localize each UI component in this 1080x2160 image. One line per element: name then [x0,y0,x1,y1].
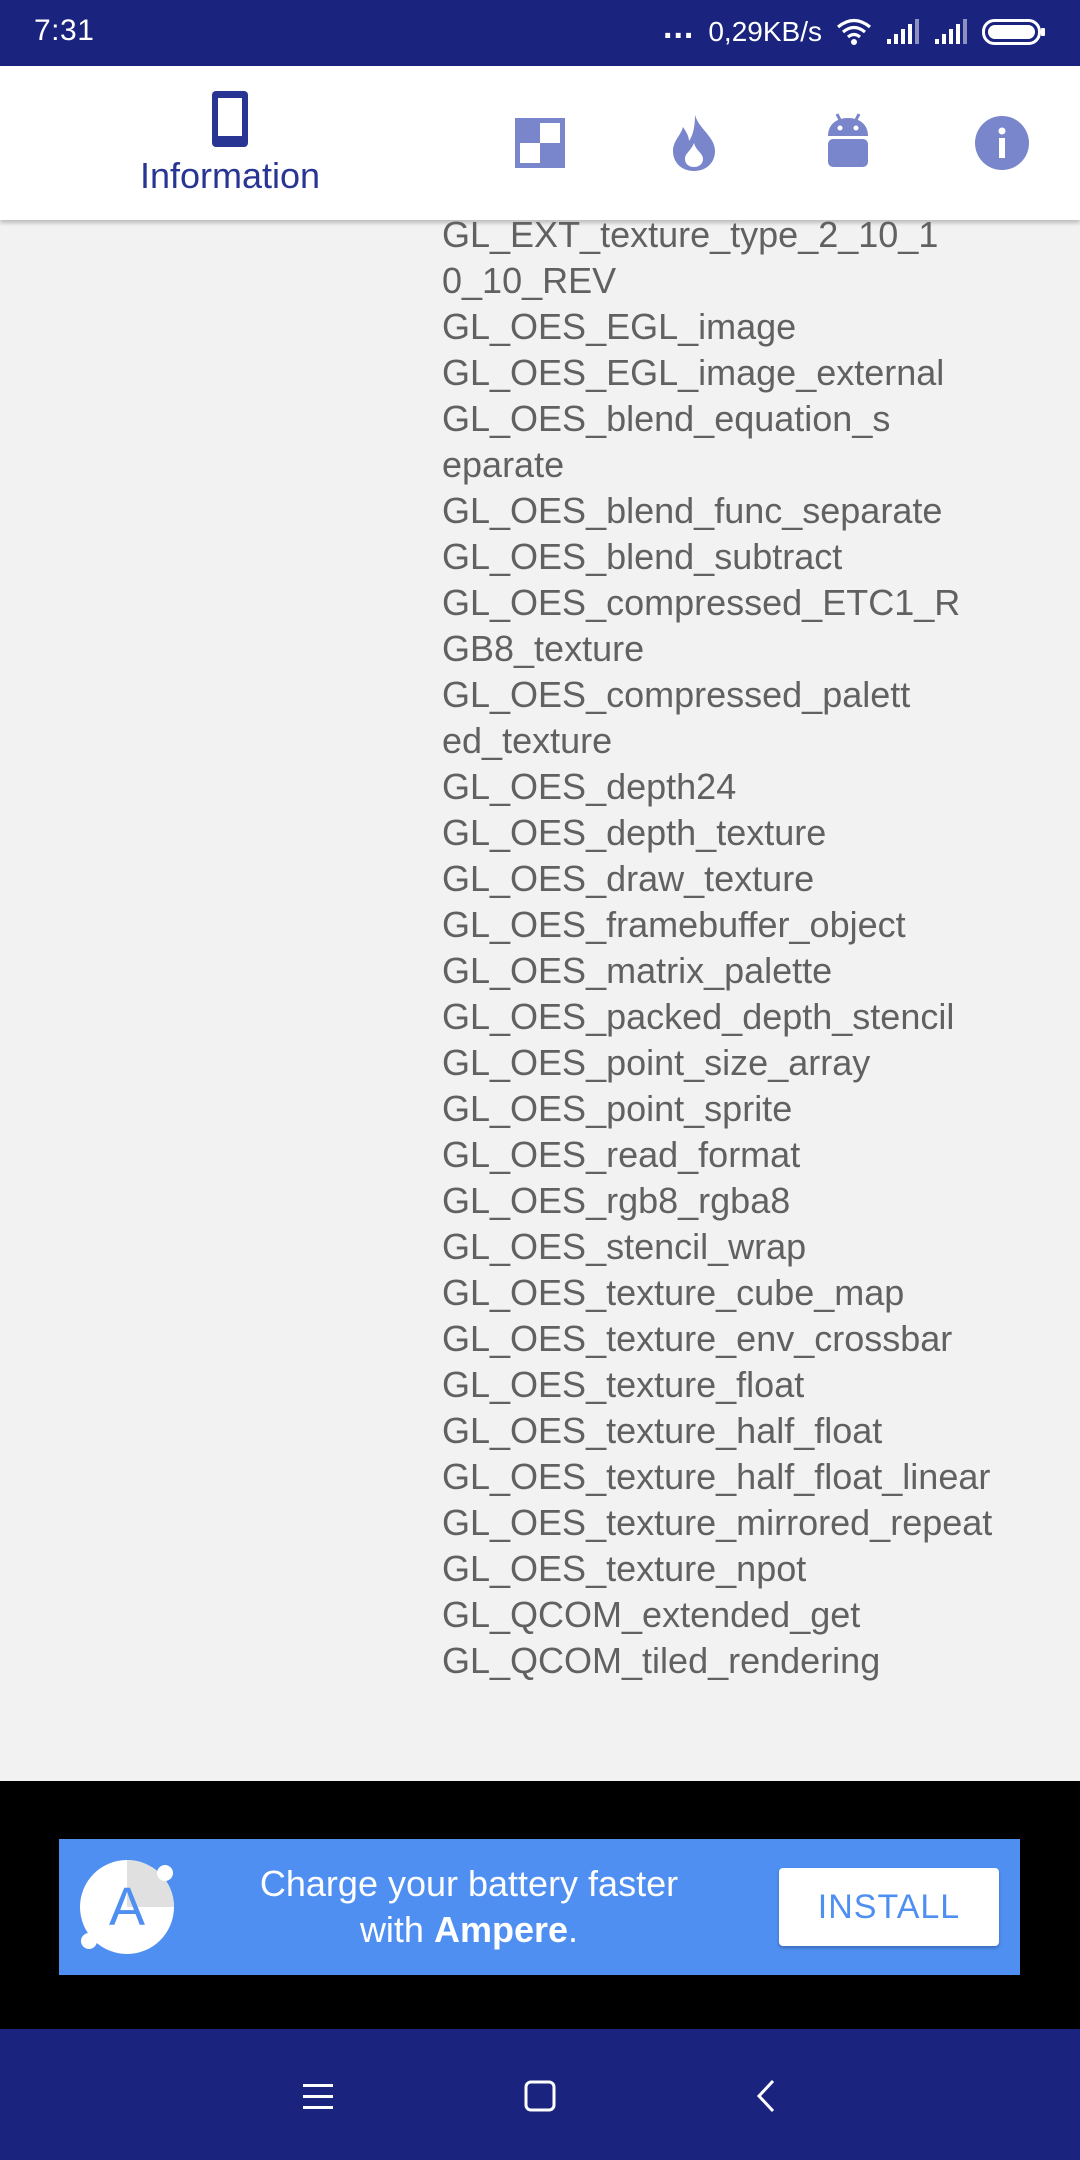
list-item: GL_OES_rgb8_rgba8 [442,1180,791,1221]
list-item: GL_OES_draw_texture [442,858,815,899]
signal-icon [886,19,920,45]
list-item: ed_texture [442,720,613,761]
list-item: GL_OES_point_sprite [442,1088,793,1129]
list-item: 0_10_REV [442,260,617,301]
list-item: GL_OES_point_size_array [442,1042,871,1083]
list-item: GL_OES_compressed_ETC1_R [442,582,961,623]
list-item: GL_OES_texture_half_float_linear [442,1456,991,1497]
list-item: GL_QCOM_tiled_rendering [442,1640,881,1681]
list-item: GL_QCOM_extended_get [442,1594,861,1635]
list-item: GL_OES_texture_mirrored_repeat [442,1502,993,1543]
content-area[interactable]: GL_EXT_texture_type_2_10_1 0_10_REV GL_O… [0,220,1080,1780]
list-item: GB8_texture [442,628,645,669]
phone-icon [210,89,250,149]
ad-area: A Charge your battery faster with Ampere… [0,1781,1080,2029]
signal-icon [934,19,968,45]
battery-icon [982,18,1046,46]
ad-logo-letter: A [109,1877,145,1937]
list-item: GL_OES_read_format [442,1134,801,1175]
network-speed: 0,29KB/s [708,16,822,47]
ad-text: Charge your battery faster with Ampere. [224,1861,714,1953]
menu-icon[interactable] [291,2069,345,2123]
list-item: GL_OES_framebuffer_object [442,904,906,945]
list-item: GL_OES_depth24 [442,766,737,807]
ad-text-with: with [359,1909,424,1950]
list-item: GL_OES_depth_texture [442,812,827,853]
tab-information[interactable]: Information [110,66,350,220]
wifi-icon [836,17,872,47]
ad-text-end: . [568,1909,579,1950]
list-item: GL_OES_texture_npot [442,1548,807,1589]
ad-text-line2: with Ampere. [224,1907,714,1953]
android-icon [825,112,871,174]
list-item: GL_EXT_texture_type_2_10_1 [442,220,939,255]
ad-banner[interactable]: A Charge your battery faster with Ampere… [59,1839,1020,1975]
tab-about[interactable] [951,66,1053,220]
status-bar: 7:31 ... 0,29KB/s [0,0,1080,66]
list-item: GL_OES_EGL_image_external [442,352,945,393]
list-item: GL_OES_stencil_wrap [442,1226,807,1267]
back-icon[interactable] [740,2069,794,2123]
list-item: GL_OES_packed_depth_stencil [442,996,955,1037]
status-time: 7:31 [34,14,95,47]
list-item: GL_OES_texture_half_float [442,1410,883,1451]
notification-dots: ... [663,7,695,46]
list-item: GL_OES_blend_equation_s [442,398,891,439]
tab-information-label: Information [139,155,321,196]
home-icon[interactable] [513,2069,567,2123]
info-icon [974,115,1030,171]
gl-extensions-list: GL_EXT_texture_type_2_10_1 0_10_REV GL_O… [442,220,1042,1684]
flame-icon [669,113,719,173]
navigation-bar [0,2029,1080,2160]
list-item: GL_OES_blend_subtract [442,536,843,577]
status-icons: ... 0,29KB/s [663,8,1046,52]
tab-android[interactable] [797,66,899,220]
ad-brand-name: Ampere [433,1909,569,1950]
tab-display[interactable] [489,66,591,220]
ad-text-line1: Charge your battery faster [259,1863,679,1904]
top-tab-bar: Information [0,66,1080,220]
list-item: GL_OES_matrix_palette [442,950,833,991]
list-item: GL_OES_blend_func_separate [442,490,943,531]
checker-icon [513,116,567,170]
list-item: eparate [442,444,565,485]
list-item: GL_OES_texture_cube_map [442,1272,905,1313]
list-item: GL_OES_EGL_image [442,306,797,347]
list-item: GL_OES_texture_float [442,1364,805,1405]
install-button[interactable]: INSTALL [779,1868,999,1946]
list-item: GL_OES_compressed_palett [442,674,911,715]
ampere-logo-icon: A [79,1859,175,1955]
tab-cpu[interactable] [643,66,745,220]
list-item: GL_OES_texture_env_crossbar [442,1318,953,1359]
